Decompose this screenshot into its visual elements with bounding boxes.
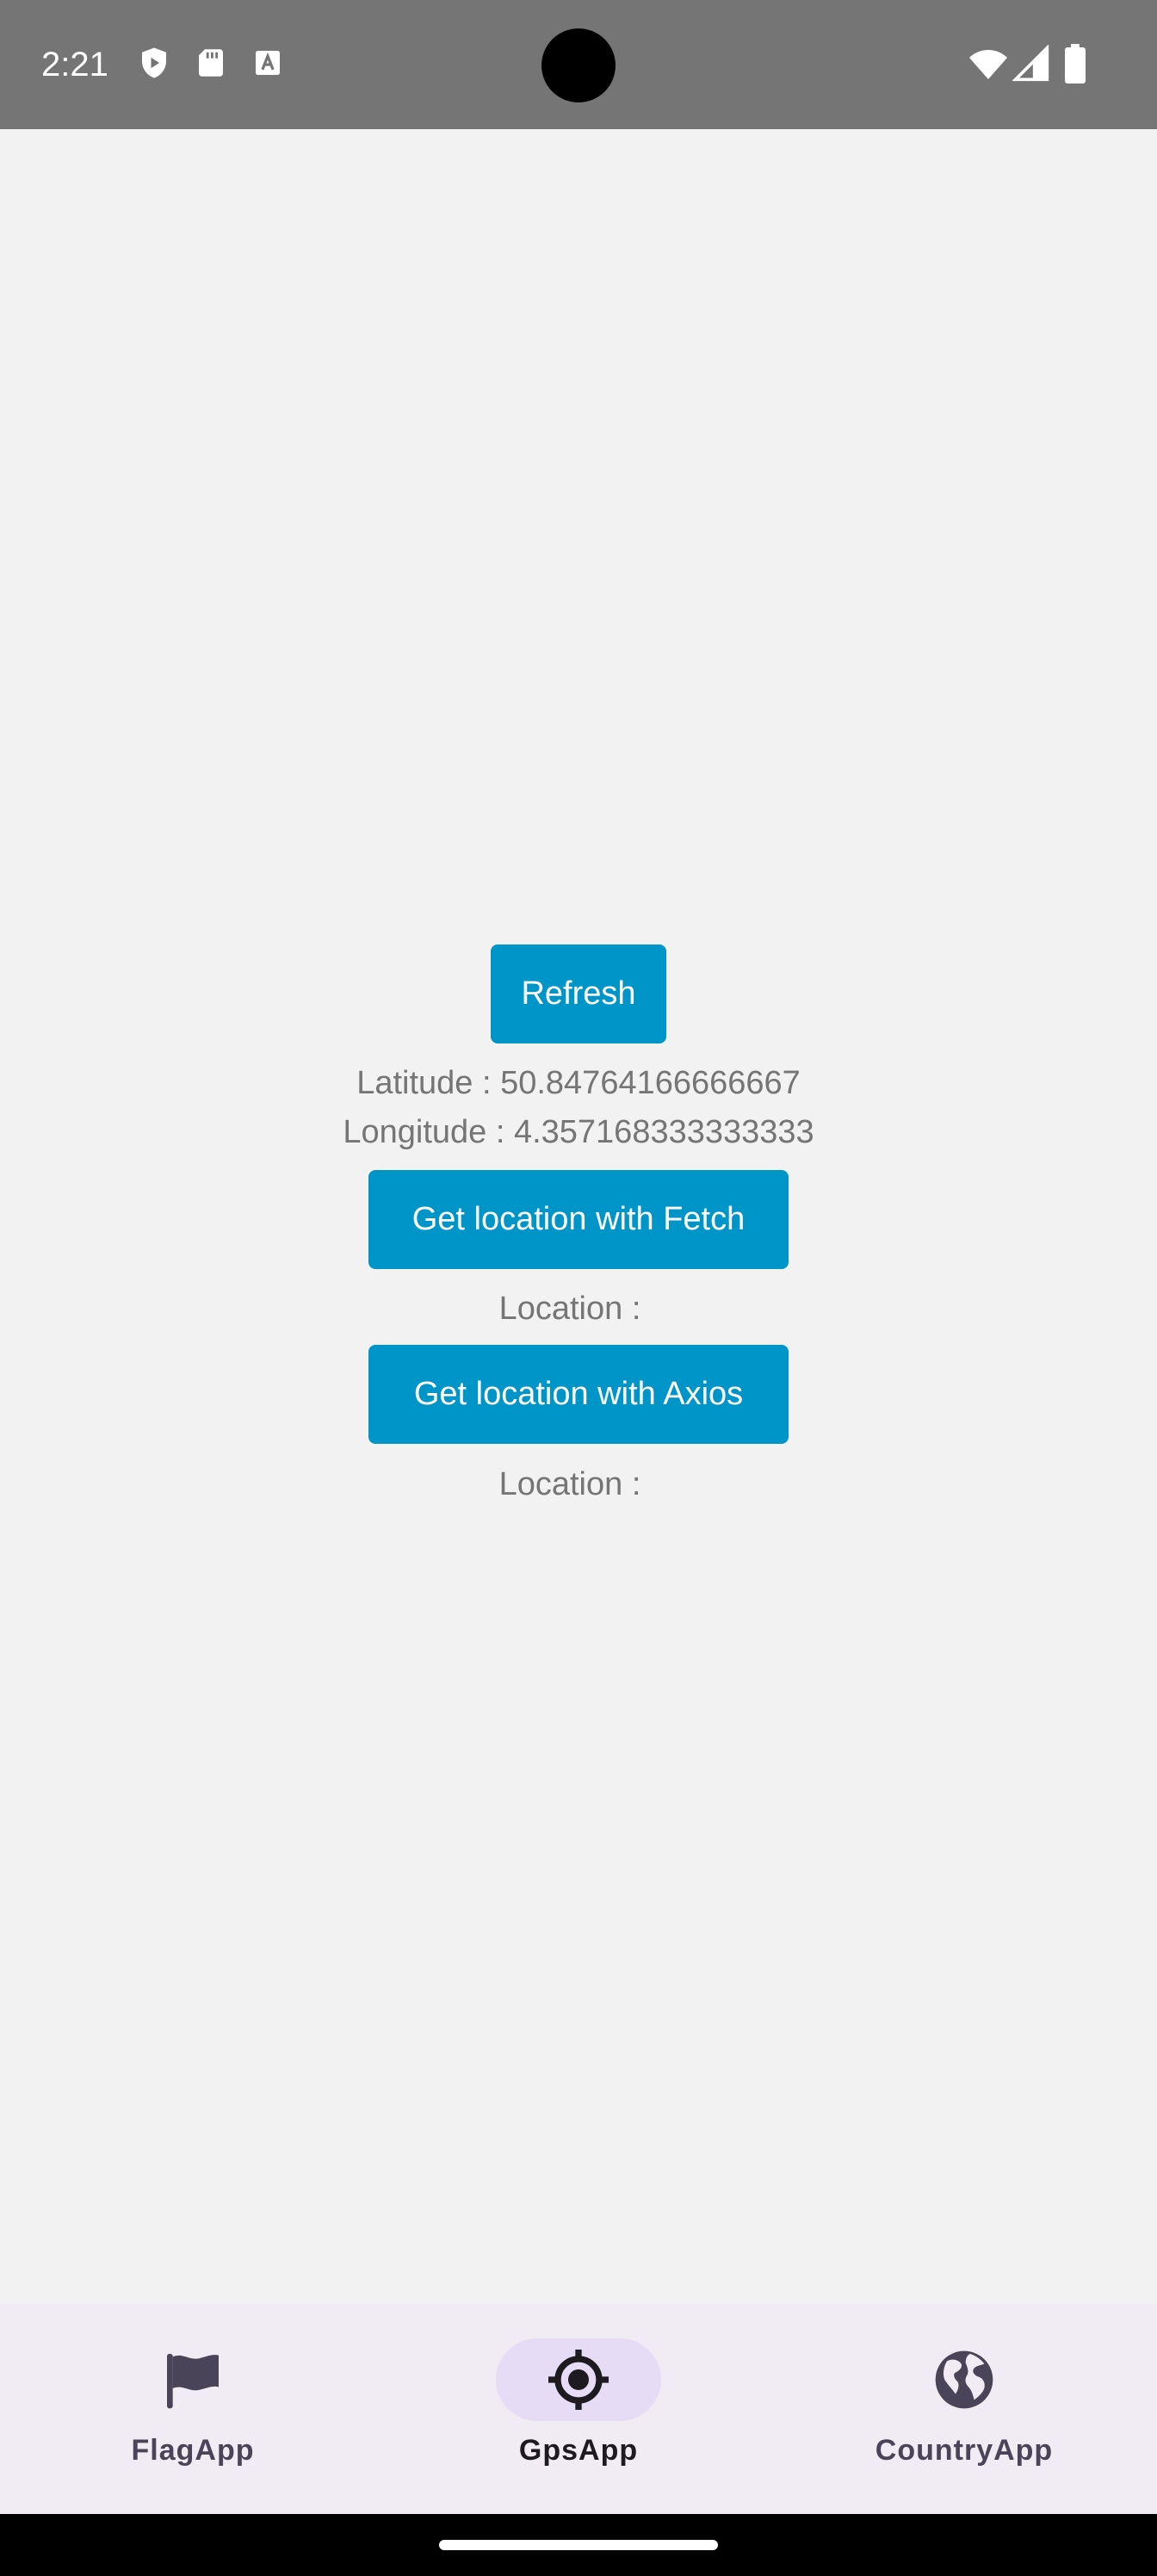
- latitude-text: Latitude : 50.84764166666667: [356, 1065, 801, 1101]
- gesture-navigation-area: [0, 2514, 1157, 2576]
- home-gesture-handle[interactable]: [439, 2540, 718, 2550]
- battery-icon: [1065, 44, 1086, 84]
- gps-target-icon: [548, 2350, 609, 2410]
- nav-item-flagapp[interactable]: FlagApp: [0, 2304, 386, 2514]
- nav-item-gpsapp[interactable]: GpsApp: [386, 2304, 771, 2514]
- status-bar: 2:21: [0, 0, 1157, 129]
- get-location-fetch-button[interactable]: Get location with Fetch: [368, 1170, 789, 1269]
- get-location-axios-button[interactable]: Get location with Axios: [368, 1345, 789, 1444]
- cell-signal-icon: [1012, 45, 1049, 82]
- nav-item-countryapp[interactable]: CountryApp: [771, 2304, 1157, 2514]
- bottom-navigation: FlagApp GpsApp CountryApp: [0, 2304, 1157, 2514]
- wifi-icon: [969, 50, 1007, 79]
- globe-icon: [935, 2350, 993, 2409]
- front-camera: [541, 28, 616, 102]
- axios-location-text: Location :: [498, 1466, 641, 1502]
- refresh-button[interactable]: Refresh: [491, 944, 666, 1043]
- flag-icon: [167, 2354, 219, 2409]
- fetch-location-text: Location :: [498, 1291, 641, 1327]
- sd-card-icon: [199, 49, 223, 77]
- nav-label-countryapp: CountryApp: [875, 2434, 1054, 2467]
- status-time: 2:21: [41, 46, 108, 84]
- shield-play-icon: [142, 47, 166, 78]
- longitude-text: Longitude : 4.357168333333333: [343, 1114, 814, 1150]
- nav-label-gpsapp: GpsApp: [518, 2434, 639, 2467]
- text-a-icon: [256, 51, 280, 75]
- nav-label-flagapp: FlagApp: [131, 2434, 255, 2467]
